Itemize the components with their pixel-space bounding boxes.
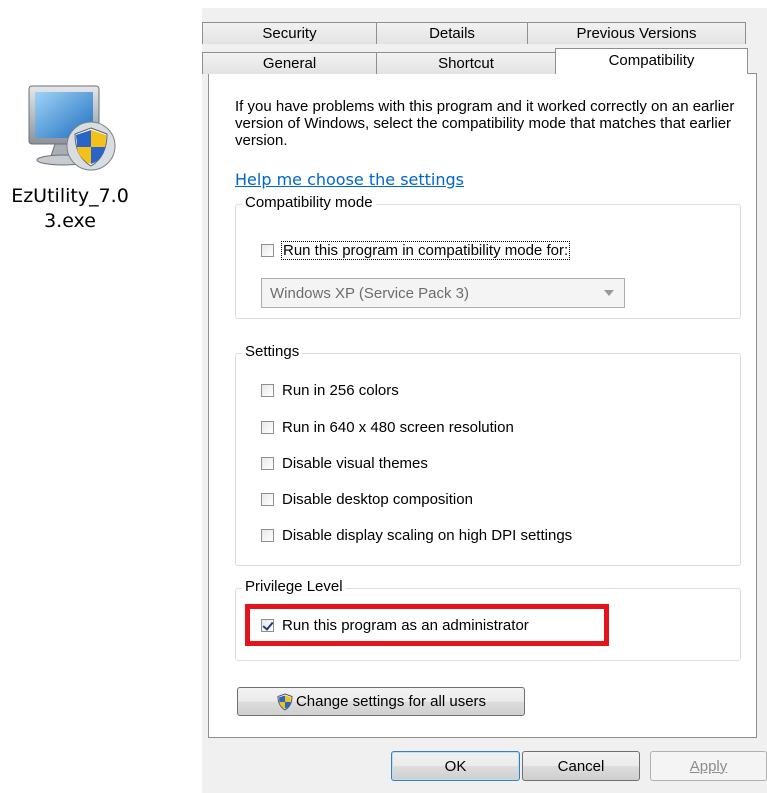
cancel-button[interactable]: Cancel bbox=[522, 751, 640, 781]
change-settings-all-users-button[interactable]: Change settings for all users bbox=[237, 687, 525, 716]
cancel-label: Cancel bbox=[557, 757, 605, 775]
compat-mode-select-value: Windows XP (Service Pack 3) bbox=[270, 284, 469, 302]
ok-label: OK bbox=[444, 757, 467, 775]
checkbox[interactable] bbox=[261, 421, 274, 434]
help-choose-settings-link[interactable]: Help me choose the settings bbox=[235, 170, 464, 189]
tab-shortcut[interactable]: Shortcut bbox=[376, 52, 556, 74]
checkbox[interactable] bbox=[261, 457, 274, 470]
properties-dialog: Security Details Previous Versions Gener… bbox=[202, 8, 767, 793]
ok-button[interactable]: OK bbox=[391, 751, 520, 781]
change-settings-label: Change settings for all users bbox=[295, 693, 487, 710]
computer-shield-icon bbox=[15, 80, 125, 180]
tab-security[interactable]: Security bbox=[202, 22, 377, 44]
setting-256-colors[interactable]: Run in 256 colors bbox=[261, 382, 399, 399]
checkbox[interactable] bbox=[261, 384, 274, 397]
checkbox[interactable] bbox=[261, 493, 274, 506]
apply-button[interactable]: Apply bbox=[650, 751, 767, 781]
compat-mode-checkbox[interactable] bbox=[261, 244, 274, 257]
compat-mode-title: Compatibility mode bbox=[242, 194, 376, 211]
chevron-down-icon bbox=[604, 290, 614, 296]
desktop-file-label: EzUtility_7.03.exe bbox=[11, 185, 129, 232]
privilege-title: Privilege Level bbox=[242, 578, 346, 595]
desktop-file-icon[interactable]: EzUtility_7.03.exe bbox=[10, 80, 130, 234]
setting-label: Disable display scaling on high DPI sett… bbox=[282, 527, 573, 544]
tab-row-back: Security Details Previous Versions bbox=[202, 22, 746, 44]
setting-label: Disable desktop composition bbox=[282, 491, 473, 508]
apply-label: Apply bbox=[689, 757, 728, 775]
compatibility-panel: If you have problems with this program a… bbox=[208, 73, 757, 738]
compat-mode-checkbox-row[interactable]: Run this program in compatibility mode f… bbox=[261, 241, 571, 260]
tab-row-front: General Shortcut Compatibility bbox=[202, 48, 748, 74]
setting-disable-visual-themes[interactable]: Disable visual themes bbox=[261, 455, 428, 472]
compat-mode-checkbox-label: Run this program in compatibility mode f… bbox=[280, 241, 571, 260]
compat-mode-select[interactable]: Windows XP (Service Pack 3) bbox=[261, 278, 625, 308]
tab-compatibility[interactable]: Compatibility bbox=[555, 48, 748, 74]
red-highlight-box bbox=[245, 604, 609, 646]
setting-disable-dpi-scaling[interactable]: Disable display scaling on high DPI sett… bbox=[261, 527, 572, 544]
tab-general[interactable]: General bbox=[202, 52, 377, 74]
setting-label: Disable visual themes bbox=[282, 455, 428, 472]
tab-previous-versions[interactable]: Previous Versions bbox=[527, 22, 746, 44]
tab-details[interactable]: Details bbox=[376, 22, 528, 44]
setting-640x480[interactable]: Run in 640 x 480 screen resolution bbox=[261, 419, 514, 436]
intro-text: If you have problems with this program a… bbox=[235, 98, 735, 149]
uac-shield-icon bbox=[277, 692, 293, 711]
checkbox[interactable] bbox=[261, 529, 274, 542]
setting-label: Run in 256 colors bbox=[282, 382, 399, 399]
setting-disable-desktop-composition[interactable]: Disable desktop composition bbox=[261, 491, 473, 508]
setting-label: Run in 640 x 480 screen resolution bbox=[282, 419, 514, 436]
settings-title: Settings bbox=[242, 343, 303, 360]
